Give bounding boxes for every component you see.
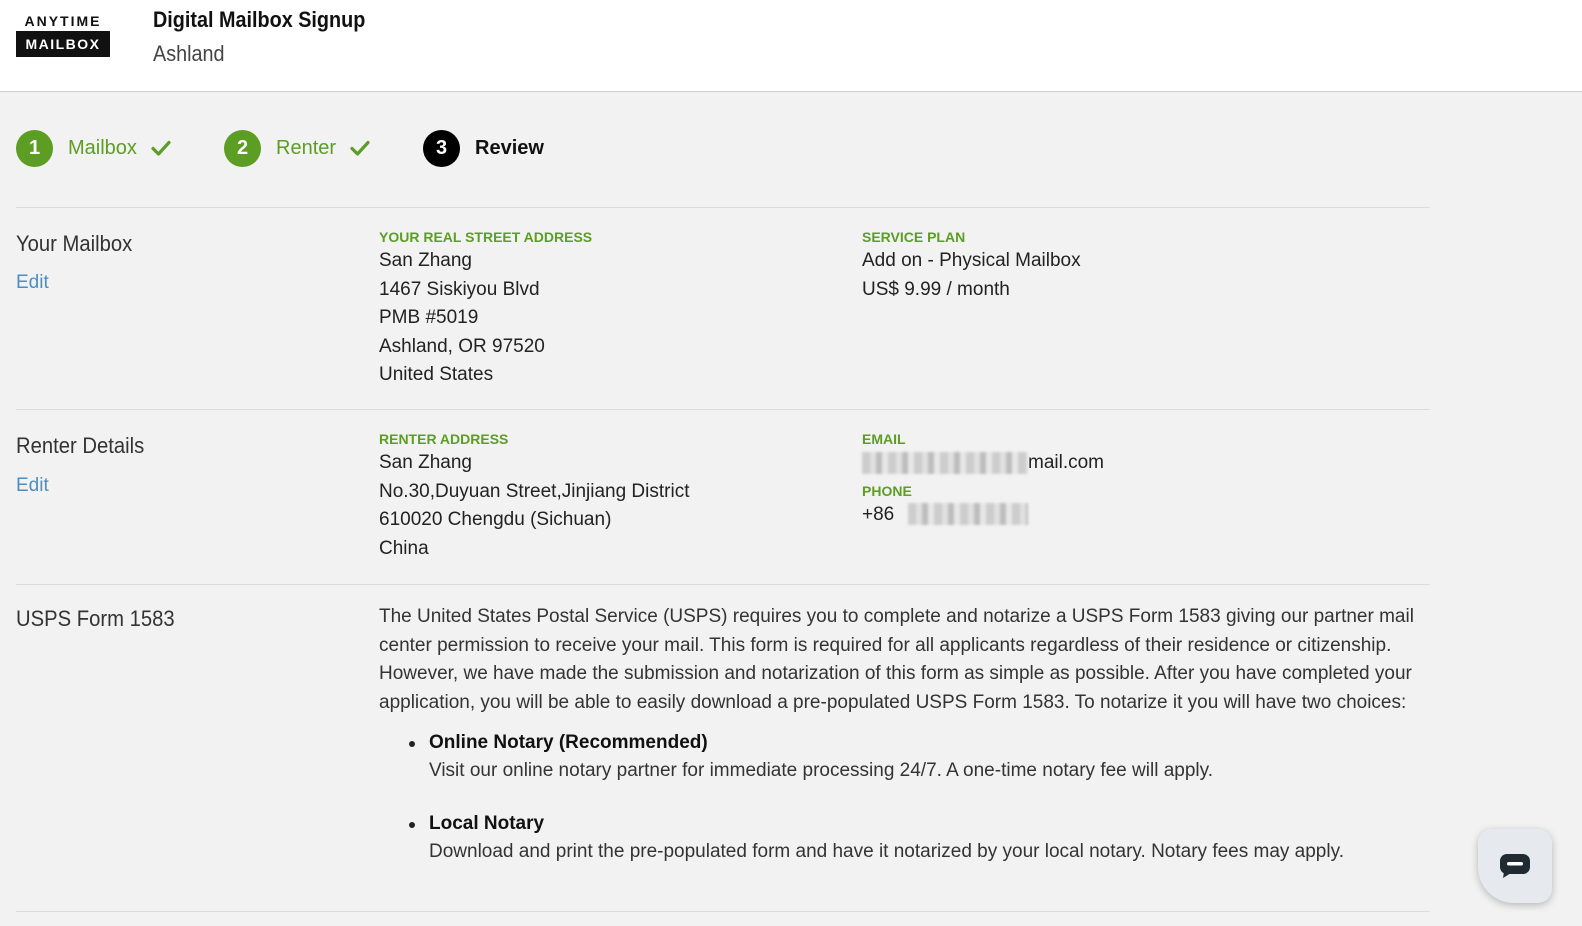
address-line: San Zhang [379, 452, 472, 473]
step-renter[interactable]: 2 Renter [224, 129, 370, 167]
plan-price: US$ 9.99 / month [862, 278, 1010, 300]
usps-form-section: USPS Form 1583 The United States Postal … [16, 584, 1430, 912]
location-subtitle: Ashland [153, 41, 225, 66]
email-value: mail.com [862, 449, 1104, 478]
redacted-phone [907, 503, 1028, 526]
step-label: Mailbox [68, 136, 137, 159]
logo-bottom-text: MAILBOX [16, 31, 110, 57]
email-label: EMAIL [862, 431, 906, 447]
page-header: ANYTIME MAILBOX Digital Mailbox Signup A… [0, 0, 1582, 92]
renter-address-label: RENTER ADDRESS [379, 431, 509, 447]
address-line: PMB #5019 [379, 307, 479, 328]
address-line: 610020 Chengdu (Sichuan) [379, 509, 612, 530]
logo-top-text: ANYTIME [24, 13, 102, 29]
notary-choices: Online Notary (Recommended) Visit our on… [379, 729, 1429, 866]
address-line: Ashland, OR 97520 [379, 335, 545, 357]
choice-title: Local Notary [429, 813, 545, 834]
step-number: 2 [224, 129, 261, 167]
section-title: USPS Form 1583 [16, 606, 175, 631]
contact-block: EMAIL mail.com PHONE +86 [862, 431, 1104, 529]
chat-bubble-icon [1500, 854, 1530, 878]
renter-section: Renter Details Edit RENTER ADDRESS San Z… [16, 409, 1430, 585]
choice-description: Download and print the pre-populated for… [429, 841, 1344, 862]
phone-prefix: +86 [862, 503, 895, 525]
choice-description: Visit our online notary partner for imme… [429, 760, 1213, 781]
service-plan-block: SERVICE PLAN Add on - Physical Mailbox U… [862, 229, 1081, 304]
street-address-block: YOUR REAL STREET ADDRESS San Zhang 1467 … [379, 229, 592, 390]
page-title: Digital Mailbox Signup [153, 7, 366, 32]
checkmark-icon [151, 140, 171, 156]
usps-description: The United States Postal Service (USPS) … [379, 603, 1429, 866]
plan-name: Add on - Physical Mailbox [862, 250, 1081, 271]
redacted-email [862, 451, 1028, 474]
section-title: Renter Details [16, 433, 145, 458]
step-label: Review [475, 136, 544, 159]
anytime-mailbox-logo[interactable]: ANYTIME MAILBOX [16, 13, 110, 57]
checkmark-icon [350, 140, 370, 156]
step-number: 3 [423, 129, 460, 167]
phone-value: +86 [862, 501, 1104, 530]
section-title: Your Mailbox [16, 231, 133, 256]
email-domain: mail.com [1028, 452, 1105, 473]
phone-label: PHONE [862, 482, 912, 499]
step-label: Renter [276, 136, 337, 159]
address-line: No.30,Duyuan Street,Jinjiang District [379, 480, 690, 502]
address-line: China [379, 537, 429, 559]
service-plan-label: SERVICE PLAN [862, 229, 966, 245]
step-number: 1 [16, 129, 53, 167]
choice-title: Online Notary (Recommended) [429, 732, 708, 753]
notary-choice-online: Online Notary (Recommended) Visit our on… [379, 729, 1429, 785]
edit-mailbox-link[interactable]: Edit [16, 272, 49, 294]
address-line: 1467 Siskiyou Blvd [379, 278, 540, 300]
street-address-label: YOUR REAL STREET ADDRESS [379, 229, 593, 245]
address-line: San Zhang [379, 250, 472, 271]
renter-address-block: RENTER ADDRESS San Zhang No.30,Duyuan St… [379, 431, 689, 563]
step-review: 3 Review [423, 129, 544, 167]
notary-choice-local: Local Notary Download and print the pre-… [379, 810, 1429, 866]
address-line: United States [379, 364, 494, 385]
mailbox-section: Your Mailbox Edit YOUR REAL STREET ADDRE… [16, 207, 1430, 410]
step-mailbox[interactable]: 1 Mailbox [16, 129, 171, 167]
edit-renter-link[interactable]: Edit [16, 475, 49, 497]
usps-paragraph: The United States Postal Service (USPS) … [379, 606, 1414, 713]
chat-launcher-button[interactable] [1478, 829, 1552, 903]
